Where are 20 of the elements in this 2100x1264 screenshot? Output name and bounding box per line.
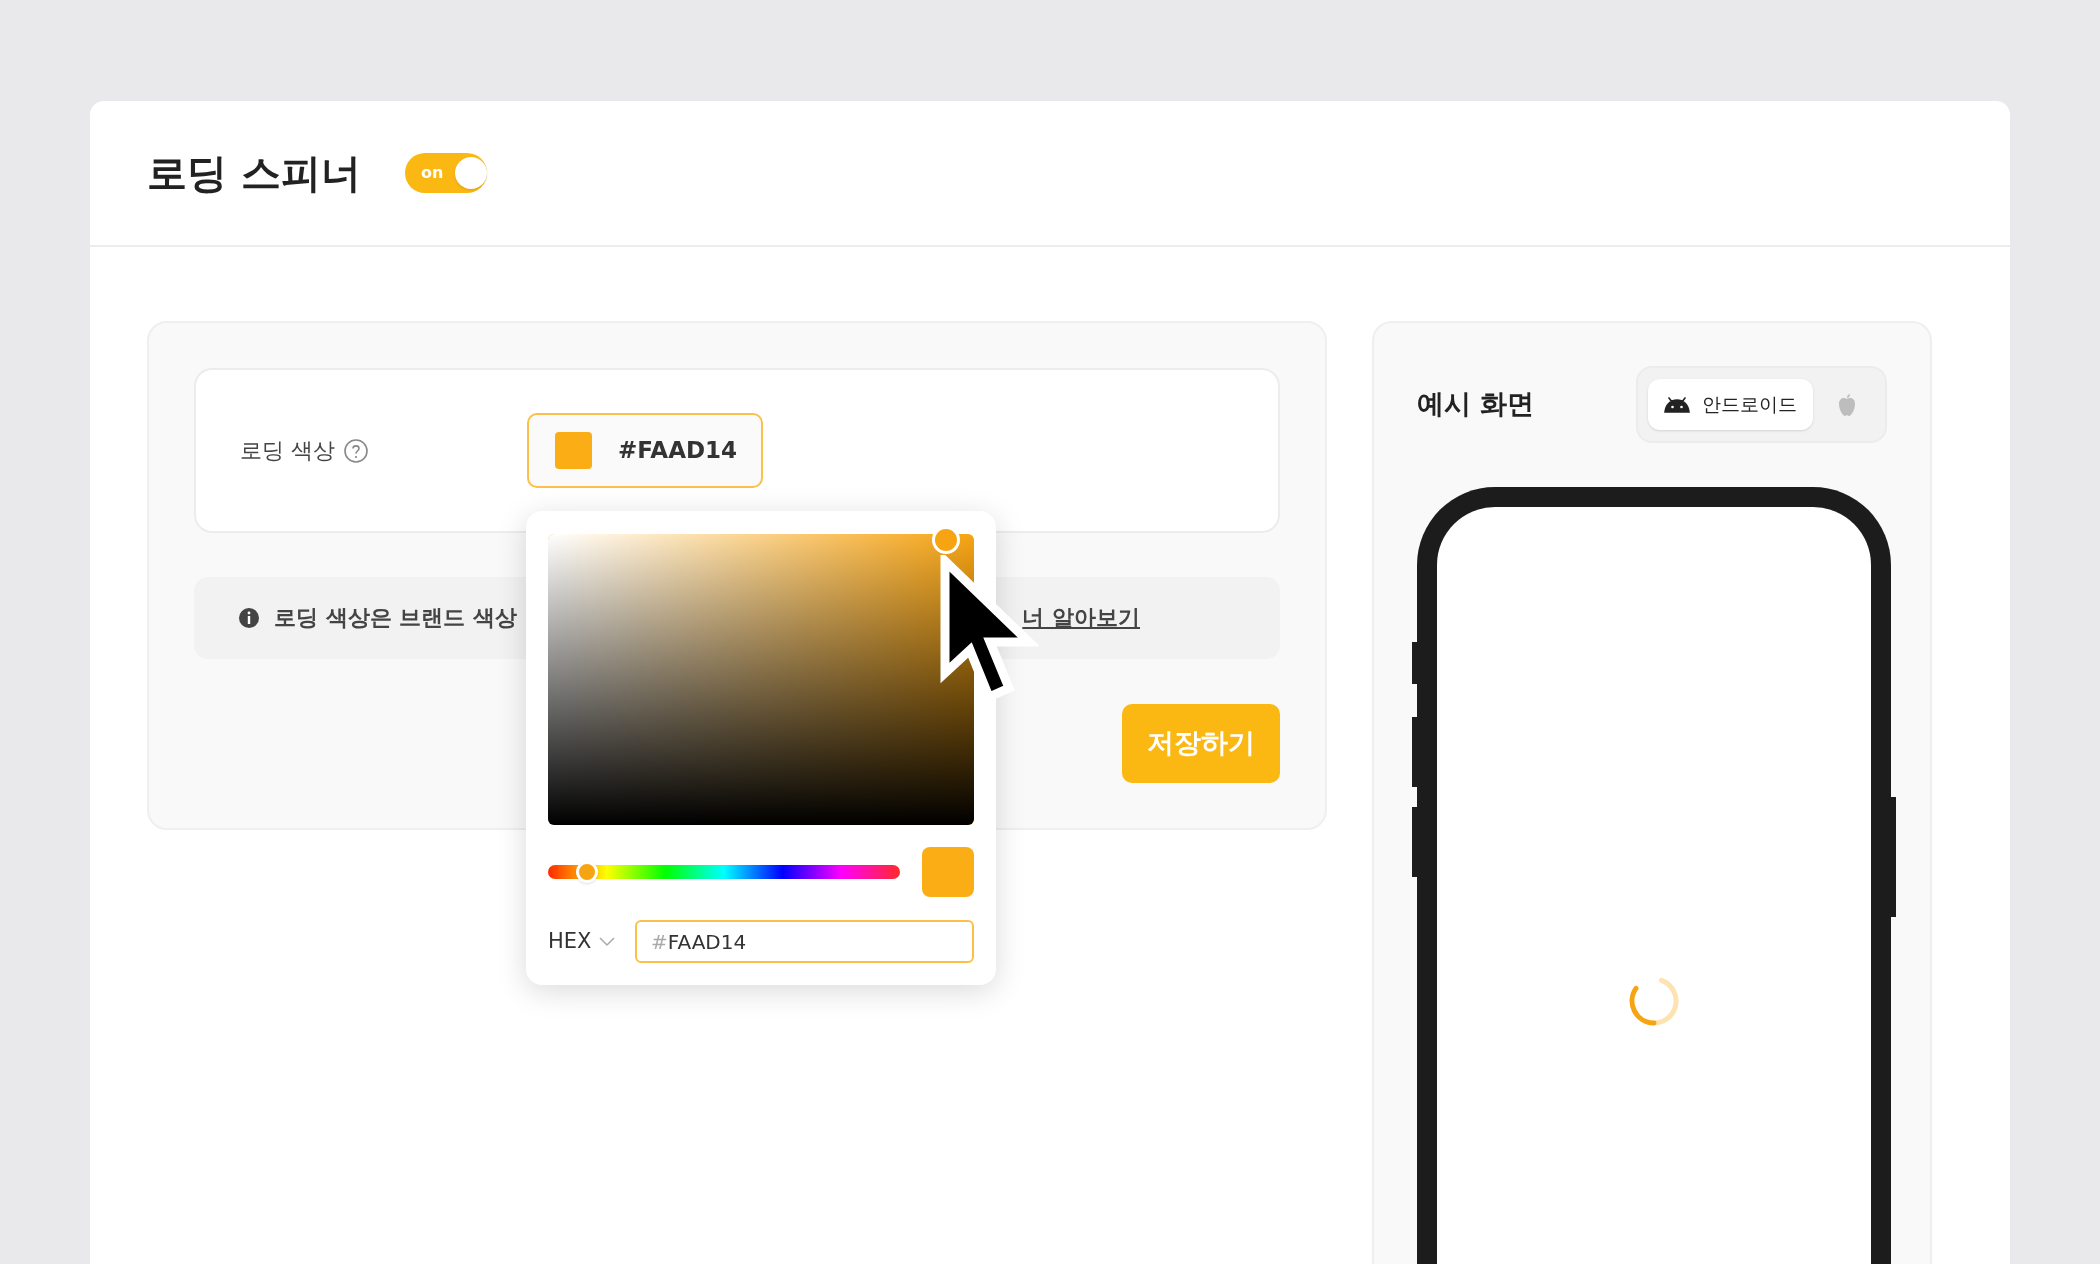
hue-slider-thumb[interactable]: [575, 861, 598, 883]
info-text: 로딩 색상은 브랜드 색상: [274, 604, 517, 633]
hex-input-field[interactable]: #FAAD14: [635, 920, 974, 963]
page-title: 로딩 스피너: [147, 149, 361, 198]
saturation-handle[interactable]: [932, 526, 960, 554]
color-mode-dropdown[interactable]: HEX: [548, 925, 625, 958]
android-icon: [1664, 396, 1690, 413]
color-preview-swatch: [922, 847, 974, 897]
platform-tab[interactable]: 안드로이드: [1648, 379, 1813, 430]
hue-slider[interactable]: [548, 865, 900, 879]
help-icon: [343, 437, 369, 464]
info-icon: [238, 607, 260, 629]
learn-more-link[interactable]: 너 알아보기: [1022, 601, 1140, 635]
chevron-down-icon: [599, 936, 616, 947]
color-select-button[interactable]: #FAAD14: [527, 413, 763, 488]
preview-title: 예시 화면: [1417, 387, 1535, 422]
saturation-area[interactable]: [548, 534, 974, 825]
color-swatch: [555, 432, 592, 469]
color-label: 로딩 색상: [240, 437, 335, 465]
apple-icon: [1837, 392, 1857, 417]
